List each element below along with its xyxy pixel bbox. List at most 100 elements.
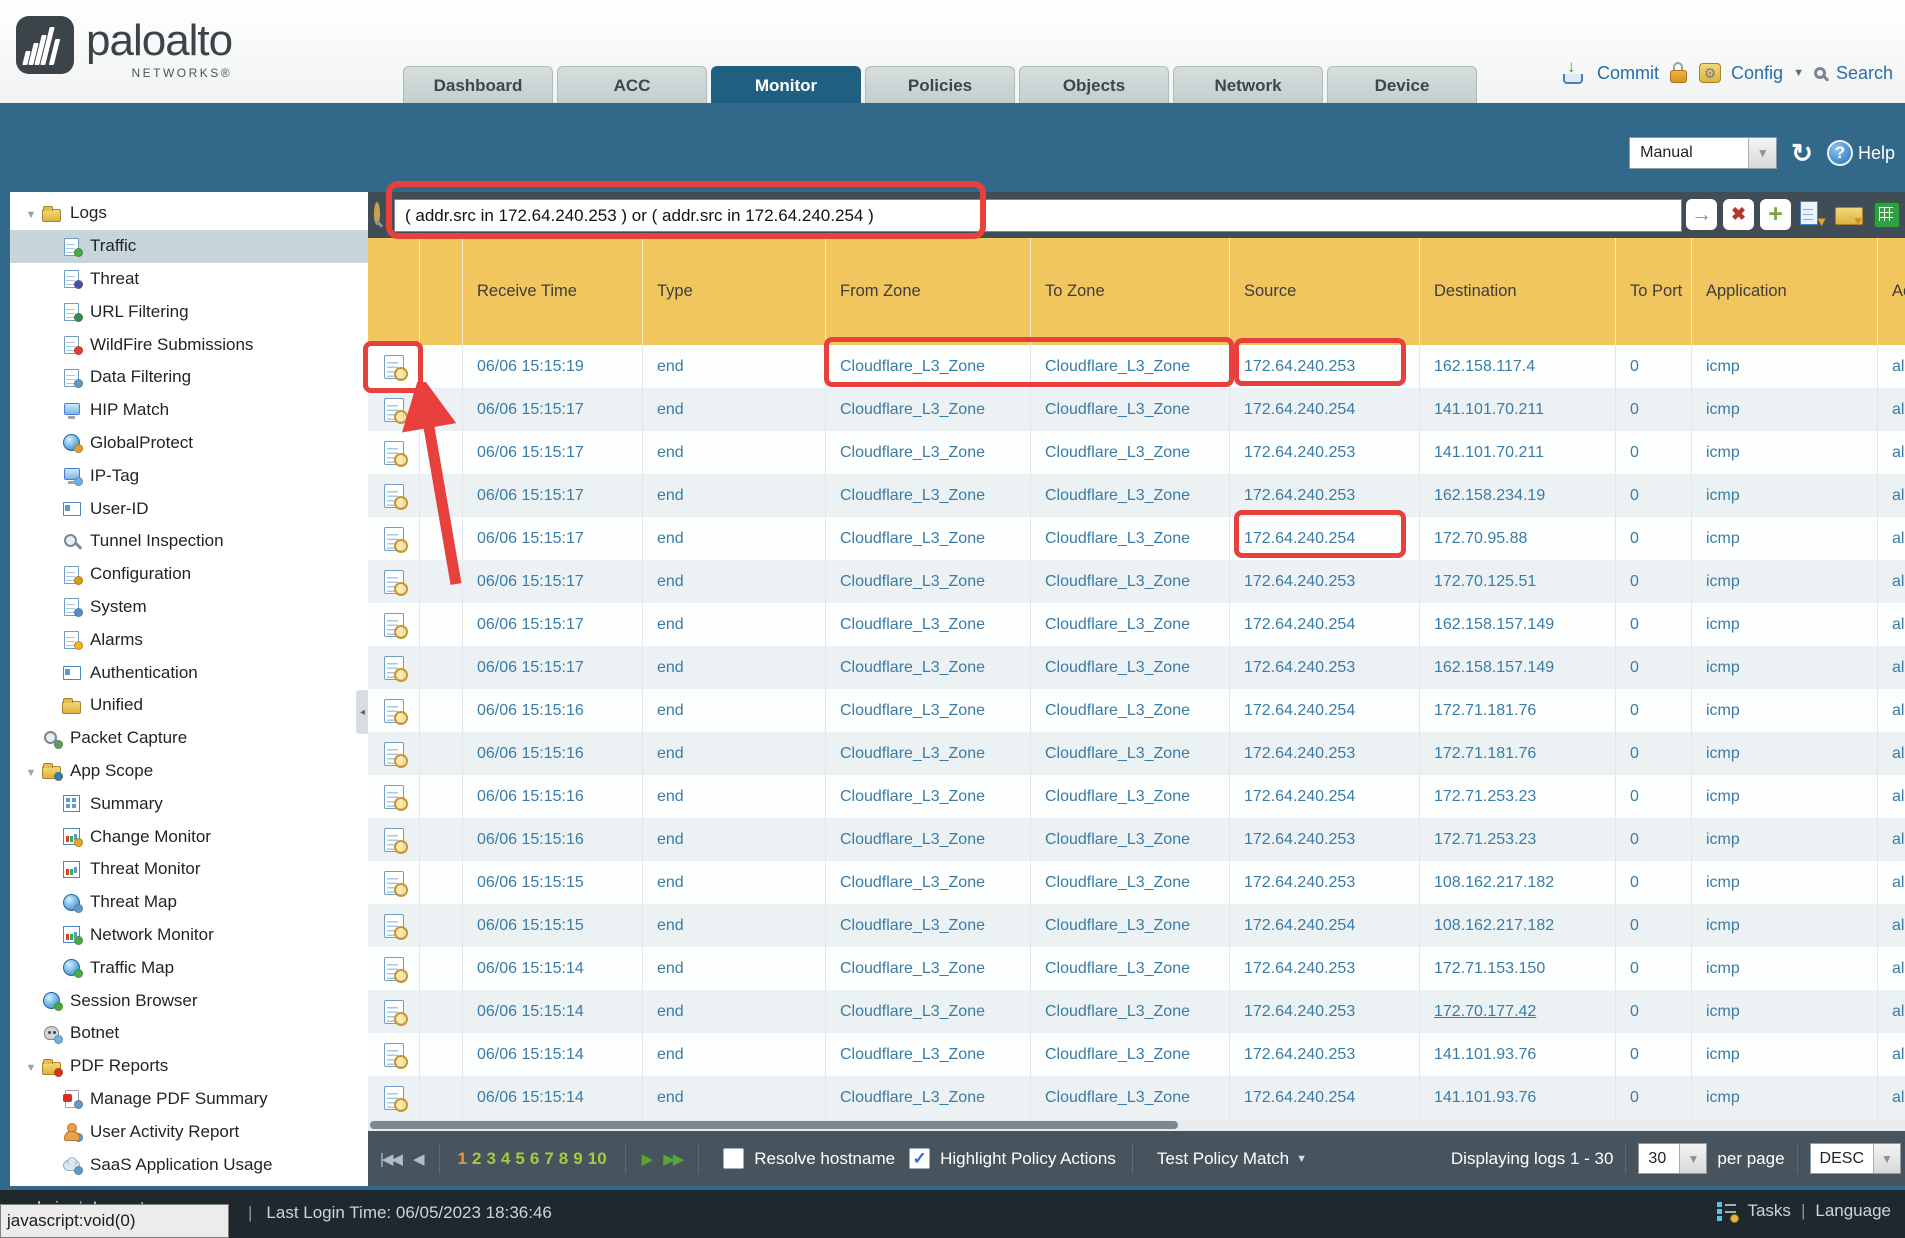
sidebar-item-hip-match[interactable]: HIP Match <box>10 394 368 427</box>
page-number-9[interactable]: 9 <box>573 1149 582 1169</box>
sidebar-item-ip-tag[interactable]: IP-Tag <box>10 459 368 492</box>
log-detail-magnifier-icon[interactable] <box>384 914 404 938</box>
highlight-policy-checkbox[interactable]: ✓ <box>909 1148 930 1169</box>
sidebar-item-configuration[interactable]: Configuration <box>10 558 368 591</box>
search-button[interactable]: Search <box>1836 63 1893 84</box>
log-detail-magnifier-icon[interactable] <box>384 1043 404 1067</box>
column-header-receive-time[interactable]: Receive Time <box>463 238 643 345</box>
sidebar-item-network-monitor[interactable]: Network Monitor <box>10 919 368 952</box>
page-number-4[interactable]: 4 <box>501 1149 510 1169</box>
refresh-interval-caret-icon[interactable]: ▼ <box>1748 138 1776 168</box>
tab-monitor[interactable]: Monitor <box>711 66 861 103</box>
sidebar-item-session-browser[interactable]: Session Browser <box>10 984 368 1017</box>
sidebar-item-user-activity-report[interactable]: User Activity Report <box>10 1115 368 1148</box>
sidebar-item-threat-map[interactable]: Threat Map <box>10 886 368 919</box>
tab-device[interactable]: Device <box>1327 66 1477 103</box>
per-page-select[interactable]: 30 ▼ <box>1638 1143 1707 1174</box>
sidebar-item-logs[interactable]: ▼Logs <box>10 197 368 230</box>
language-button[interactable]: Language <box>1815 1201 1891 1221</box>
tab-objects[interactable]: Objects <box>1019 66 1169 103</box>
column-header-ac[interactable]: Ac <box>1878 238 1905 345</box>
sidebar-item-system[interactable]: System <box>10 591 368 624</box>
sidebar-item-saas-application-usage[interactable]: SaaS Application Usage <box>10 1148 368 1181</box>
page-number-5[interactable]: 5 <box>515 1149 524 1169</box>
page-number-7[interactable]: 7 <box>544 1149 553 1169</box>
sidebar-item-unified[interactable]: Unified <box>10 689 368 722</box>
sort-order-select[interactable]: DESC ▼ <box>1810 1143 1901 1174</box>
export-to-csv-icon[interactable] <box>1871 199 1902 230</box>
log-detail-magnifier-icon[interactable] <box>384 871 404 895</box>
prev-page-icon[interactable]: ◀ <box>413 1150 423 1168</box>
config-caret-icon[interactable]: ▼ <box>1793 67 1804 79</box>
expander-icon[interactable]: ▼ <box>26 1062 37 1074</box>
expander-icon[interactable]: ▼ <box>26 209 37 221</box>
horizontal-scrollbar-thumb[interactable] <box>370 1121 1178 1129</box>
sidebar-item-packet-capture[interactable]: Packet Capture <box>10 722 368 755</box>
tab-acc[interactable]: ACC <box>557 66 707 103</box>
cell-destination[interactable]: 172.70.177.42 <box>1420 990 1616 1033</box>
first-page-icon[interactable]: |◀◀ <box>380 1150 401 1168</box>
load-filter-folder-icon[interactable] <box>1834 199 1865 230</box>
resolve-hostname-checkbox[interactable] <box>723 1148 744 1169</box>
page-number-2[interactable]: 2 <box>472 1149 481 1169</box>
sidebar-item-globalprotect[interactable]: GlobalProtect <box>10 427 368 460</box>
sidebar-item-threat-monitor[interactable]: Threat Monitor <box>10 853 368 886</box>
help-label[interactable]: Help <box>1858 143 1895 164</box>
log-detail-magnifier-icon[interactable] <box>384 355 404 379</box>
sidebar-item-threat[interactable]: Threat <box>10 263 368 296</box>
sidebar-item-wildfire-submissions[interactable]: WildFire Submissions <box>10 328 368 361</box>
log-detail-magnifier-icon[interactable] <box>384 828 404 852</box>
apply-filter-button[interactable]: → <box>1686 199 1717 230</box>
sidebar-item-authentication[interactable]: Authentication <box>10 656 368 689</box>
log-detail-magnifier-icon[interactable] <box>384 699 404 723</box>
log-detail-magnifier-icon[interactable] <box>384 1086 404 1110</box>
log-detail-magnifier-icon[interactable] <box>384 656 404 680</box>
column-header-to-port[interactable]: To Port <box>1616 238 1692 345</box>
sidebar-item-tunnel-inspection[interactable]: Tunnel Inspection <box>10 525 368 558</box>
next-page-icon[interactable]: ▶ <box>642 1150 652 1168</box>
log-detail-magnifier-icon[interactable] <box>384 785 404 809</box>
log-detail-magnifier-icon[interactable] <box>384 527 404 551</box>
filter-query-input[interactable] <box>394 199 1682 232</box>
log-detail-magnifier-icon[interactable] <box>384 398 404 422</box>
tab-dashboard[interactable]: Dashboard <box>403 66 553 103</box>
tab-policies[interactable]: Policies <box>865 66 1015 103</box>
sidebar-item-app-scope[interactable]: ▼App Scope <box>10 755 368 788</box>
log-detail-magnifier-icon[interactable] <box>384 570 404 594</box>
sort-order-caret-icon[interactable]: ▼ <box>1873 1144 1900 1173</box>
lock-icon[interactable] <box>1669 62 1689 84</box>
filter-builder-icon[interactable] <box>1797 199 1828 230</box>
expander-icon[interactable]: ▼ <box>26 767 37 779</box>
tab-network[interactable]: Network <box>1173 66 1323 103</box>
sidebar-item-user-id[interactable]: User-ID <box>10 492 368 525</box>
sidebar-item-change-monitor[interactable]: Change Monitor <box>10 820 368 853</box>
column-header-from-zone[interactable]: From Zone <box>826 238 1031 345</box>
add-filter-button[interactable]: + <box>1760 199 1791 230</box>
tasks-button[interactable]: Tasks <box>1747 1201 1790 1221</box>
last-page-icon[interactable]: ▶▶ <box>663 1150 682 1168</box>
sidebar-item-traffic-map[interactable]: Traffic Map <box>10 951 368 984</box>
page-number-10[interactable]: 10 <box>588 1149 607 1169</box>
page-number-6[interactable]: 6 <box>530 1149 539 1169</box>
horizontal-scrollbar-track[interactable] <box>368 1119 1905 1131</box>
page-number-3[interactable]: 3 <box>486 1149 495 1169</box>
sidebar-item-data-filtering[interactable]: Data Filtering <box>10 361 368 394</box>
log-detail-magnifier-icon[interactable] <box>384 484 404 508</box>
column-header-to-zone[interactable]: To Zone <box>1031 238 1230 345</box>
commit-button[interactable]: Commit <box>1597 63 1659 84</box>
sidebar-item-botnet[interactable]: Botnet <box>10 1017 368 1050</box>
page-number-1[interactable]: 1 <box>458 1149 467 1169</box>
sidebar-item-pdf-reports[interactable]: ▼PDF Reports <box>10 1050 368 1083</box>
log-detail-magnifier-icon[interactable] <box>384 1000 404 1024</box>
test-policy-match-dropdown[interactable]: Test Policy Match ▼ <box>1157 1149 1307 1169</box>
column-header-application[interactable]: Application <box>1692 238 1878 345</box>
sidebar-item-traffic[interactable]: Traffic <box>10 230 368 263</box>
log-detail-magnifier-icon[interactable] <box>384 742 404 766</box>
help-icon[interactable]: ? <box>1827 140 1853 166</box>
clear-filter-button[interactable]: ✖ <box>1723 199 1754 230</box>
config-button[interactable]: Config <box>1731 63 1783 84</box>
sidebar-item-summary[interactable]: Summary <box>10 787 368 820</box>
page-number-8[interactable]: 8 <box>559 1149 568 1169</box>
log-detail-magnifier-icon[interactable] <box>384 613 404 637</box>
refresh-icon[interactable]: ↻ <box>1791 140 1813 166</box>
